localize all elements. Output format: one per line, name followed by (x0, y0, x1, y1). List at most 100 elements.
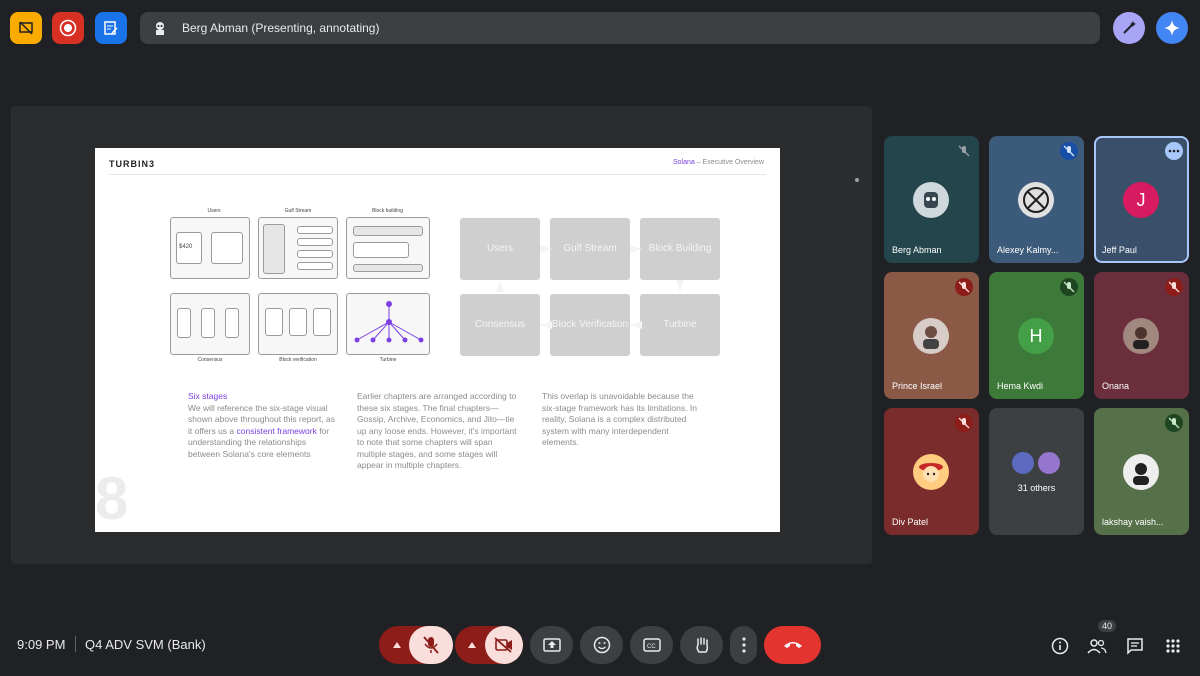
diagram-label: Gulf Stream (284, 208, 312, 214)
avatar (1010, 450, 1036, 476)
participant-name: Hema Kwdi (997, 381, 1044, 391)
avatar (1123, 318, 1159, 354)
avatar (913, 318, 949, 354)
participant-tile-active[interactable]: J Jeff Paul (1094, 136, 1189, 263)
people-count-badge: 40 (1098, 620, 1117, 632)
slide-header: Solana – Executive Overview (673, 159, 764, 166)
meeting-name[interactable]: Q4 ADV SVM (Bank) (85, 637, 206, 652)
slide-divider (109, 174, 766, 175)
call-end-icon (783, 642, 802, 648)
stop-sharing-button[interactable] (10, 12, 42, 44)
slide-column-2: Earlier chapters are arranged according … (357, 391, 517, 470)
diagram-label: Users (207, 208, 221, 214)
avatar (1123, 454, 1159, 490)
more-vert-icon (741, 637, 746, 653)
hand-icon (695, 637, 708, 653)
camera-options-button[interactable] (459, 626, 485, 664)
presenter-label: Berg Abman (Presenting, annotating) (182, 21, 380, 35)
apps-grid-icon (1166, 639, 1180, 653)
mic-options-button[interactable] (383, 626, 411, 664)
participant-name: Jeff Paul (1102, 245, 1137, 255)
participant-tile[interactable]: Alexey Kalmy... (989, 136, 1084, 263)
diagram-box-gulf-stream (258, 217, 338, 279)
participant-tile[interactable]: Div Patel (884, 408, 979, 535)
slide-column-1: Six stages We will reference the six-sta… (188, 391, 338, 460)
participant-name: lakshay vaish... (1102, 517, 1164, 527)
more-options-button[interactable] (730, 626, 757, 664)
captions-button[interactable]: CC (630, 626, 673, 664)
raise-hand-button[interactable] (680, 626, 723, 664)
participant-tile[interactable]: Prince Israel (884, 272, 979, 399)
mic-off-icon (1060, 278, 1078, 296)
diagram-value: $420 (179, 244, 193, 250)
slide-header-sub: – Executive Overview (694, 159, 764, 166)
people-button[interactable] (1086, 635, 1108, 657)
diagram-box-turbine (346, 293, 430, 355)
shared-slide: TURBIN3 Solana – Executive Overview User… (95, 148, 780, 532)
present-to-all-icon (542, 638, 561, 652)
mic-off-icon (1165, 278, 1183, 296)
stage-resize-handle[interactable] (855, 178, 859, 182)
slide-brand-logo: TURBIN3 (109, 159, 156, 169)
notes-button[interactable] (95, 12, 127, 44)
chevron-up-icon (393, 642, 401, 648)
gemini-button[interactable] (1156, 12, 1188, 44)
divider (75, 636, 76, 652)
gemini-sparkle-icon (1164, 20, 1180, 36)
avatar: H (1018, 318, 1054, 354)
record-icon (59, 19, 77, 37)
avatar (913, 454, 949, 490)
info-icon (1051, 637, 1069, 655)
slide-header-main: Solana (672, 159, 695, 166)
chat-button[interactable] (1124, 635, 1146, 657)
detailed-architecture-diagram: Users Gulf Stream Block building $420 Co… (170, 208, 432, 363)
camera-toggle-button[interactable] (485, 626, 523, 664)
slide-col1-heading: Six stages (188, 391, 228, 401)
turbine-tree-graphic (354, 301, 424, 343)
participant-tile[interactable]: lakshay vaish... (1094, 408, 1189, 535)
clock: 9:09 PM (17, 637, 66, 652)
svg-text:CC: CC (647, 644, 656, 650)
people-icon (1087, 639, 1107, 654)
avatar (913, 182, 949, 218)
participant-name: Div Patel (892, 517, 929, 527)
microphone-toggle-button[interactable] (409, 626, 453, 664)
recording-button[interactable] (52, 12, 84, 44)
six-stage-flow-diagram: Users Gulf Stream Block Building Consens… (460, 218, 722, 360)
chevron-up-icon (468, 642, 476, 648)
annotate-button[interactable] (1113, 12, 1145, 44)
mic-off-icon (1165, 414, 1183, 432)
pen-sparkle-icon (1123, 21, 1136, 34)
participant-tile[interactable]: H Hema Kwdi (989, 272, 1084, 399)
others-count-label: 31 others (1017, 483, 1056, 493)
flow-arrows (496, 245, 684, 329)
diagram-label: Turbine (379, 357, 397, 363)
closed-captions-icon: CC (642, 638, 661, 652)
participant-name: Berg Abman (892, 245, 942, 255)
avatar: J (1123, 182, 1159, 218)
mic-off-icon (423, 636, 439, 654)
diagram-box-block-building (346, 217, 430, 279)
leave-call-button[interactable] (764, 626, 821, 664)
reactions-button[interactable] (580, 626, 623, 664)
more-options-icon[interactable] (1165, 142, 1183, 160)
participant-tile[interactable]: Berg Abman (884, 136, 979, 263)
diagram-label: Block verification (279, 357, 317, 363)
avatar (1036, 450, 1062, 476)
slide-column-3: This overlap is unavoidable because the … (542, 391, 697, 447)
present-screen-button[interactable] (530, 626, 573, 664)
videocam-off-icon (494, 637, 512, 653)
diagram-label: Block building (372, 208, 403, 214)
diagram-box-consensus (170, 293, 250, 355)
activities-button[interactable] (1162, 635, 1184, 657)
diagram-label: Consensus (197, 357, 223, 363)
mic-off-icon (955, 142, 973, 160)
mic-off-icon (955, 414, 973, 432)
participant-tile-others[interactable]: 31 others (989, 408, 1084, 535)
presenter-bar[interactable]: Berg Abman (Presenting, annotating) (140, 12, 1100, 44)
diagram-box-block-verification (258, 293, 338, 355)
avatar (1018, 182, 1054, 218)
mic-off-icon (1060, 142, 1078, 160)
participant-tile[interactable]: Onana (1094, 272, 1189, 399)
meeting-details-button[interactable] (1049, 635, 1071, 657)
